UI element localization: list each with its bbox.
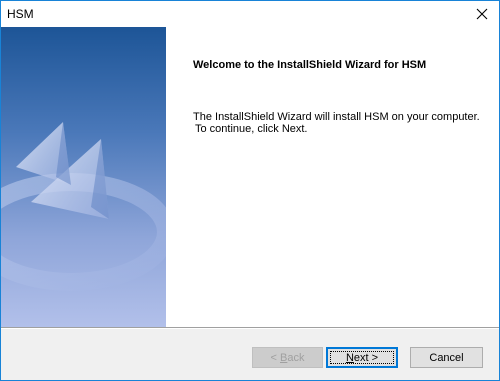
title-bar[interactable]: HSM xyxy=(1,1,499,27)
back-button[interactable]: < Back xyxy=(252,347,323,368)
back-button-rest: ack xyxy=(287,351,305,364)
welcome-text-line2: To continue, click Next. xyxy=(195,123,308,135)
close-button[interactable] xyxy=(465,1,499,27)
next-button[interactable]: Next > xyxy=(326,347,398,368)
window-title: HSM xyxy=(7,7,34,21)
welcome-text-line1: The InstallShield Wizard will install HS… xyxy=(193,111,480,123)
back-button-prefix: < xyxy=(270,351,280,364)
back-button-mnemonic: B xyxy=(280,351,288,364)
close-icon xyxy=(476,8,488,20)
banner-image xyxy=(1,27,166,327)
cancel-button[interactable]: Cancel xyxy=(410,347,483,368)
installshield-banner-graphic xyxy=(1,27,166,327)
wizard-content: Welcome to the InstallShield Wizard for … xyxy=(1,27,499,327)
focus-rectangle xyxy=(330,351,394,364)
welcome-heading: Welcome to the InstallShield Wizard for … xyxy=(193,59,427,71)
installer-window: HSM Welcome to the InstallShield Wizard … xyxy=(0,0,500,381)
separator-highlight xyxy=(1,328,499,329)
